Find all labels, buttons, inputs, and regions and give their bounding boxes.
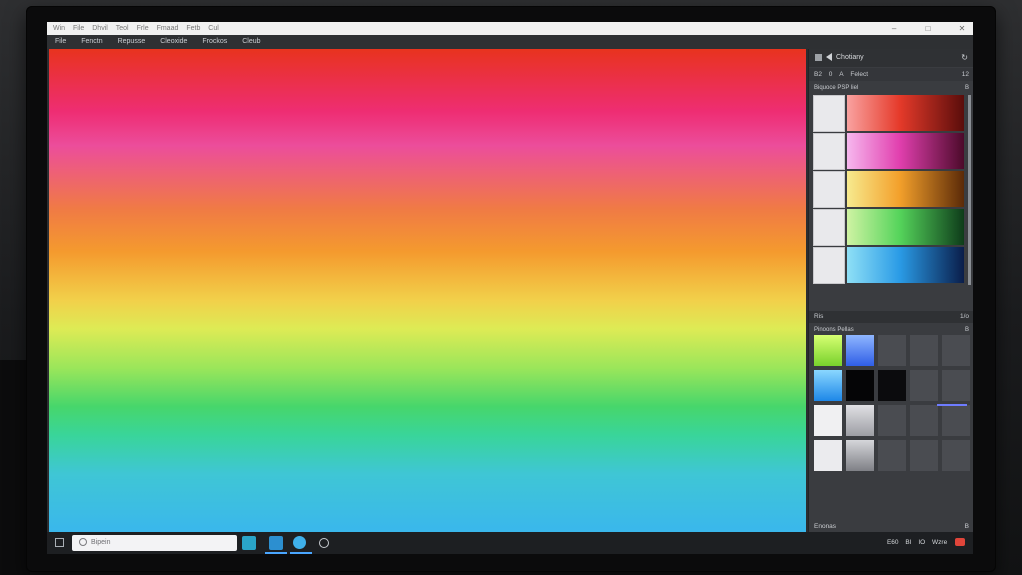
active-app-indicator bbox=[290, 552, 312, 554]
toolbar-item[interactable]: B2 bbox=[814, 68, 822, 81]
gradient-swatch-blue[interactable] bbox=[813, 247, 965, 284]
section-label-text: Pinoons Pellas bbox=[814, 327, 854, 333]
swatch-empty[interactable] bbox=[941, 369, 971, 402]
menu-item[interactable]: Cleub bbox=[242, 35, 260, 49]
gradient-magenta[interactable] bbox=[847, 133, 964, 169]
taskbar-search[interactable]: Bipein bbox=[72, 535, 237, 551]
gradient-section-label: Biquoce PSP liel B bbox=[809, 83, 973, 93]
tray-item[interactable]: E60 bbox=[887, 532, 899, 554]
back-icon[interactable] bbox=[826, 53, 832, 62]
gradient-green[interactable] bbox=[847, 209, 964, 245]
system-tray: E60 BI IO Wzre bbox=[882, 532, 965, 554]
title-item: Frle bbox=[136, 25, 149, 32]
color-panel: Chotiany ↻ B2 0 A Felect 12 Biquoce PSP … bbox=[808, 49, 973, 532]
search-icon bbox=[79, 538, 87, 547]
minimize-button[interactable]: – bbox=[889, 22, 899, 35]
refresh-icon[interactable]: ↻ bbox=[961, 49, 968, 67]
panel-toolbar: B2 0 A Felect 12 bbox=[809, 68, 973, 81]
title-item: Win bbox=[53, 25, 66, 32]
tray-item[interactable]: Wzre bbox=[932, 532, 947, 554]
title-item: Cul bbox=[208, 25, 219, 32]
panel-divider-bar: Ris 1/o bbox=[809, 311, 973, 323]
gradient-swatch-green[interactable] bbox=[813, 209, 965, 246]
menu-item[interactable]: Fenctn bbox=[81, 35, 102, 49]
menu-item-file[interactable]: File bbox=[55, 35, 66, 49]
swatch-empty[interactable] bbox=[877, 334, 907, 367]
gradient-swatch-red[interactable] bbox=[813, 95, 965, 132]
swatch-lime[interactable] bbox=[813, 334, 843, 367]
window-title-bar: Win File Dhvil Teol Frle Fmaad Fetb Cul … bbox=[47, 22, 973, 35]
swatch-white[interactable] bbox=[813, 404, 843, 437]
swatch-empty[interactable] bbox=[941, 334, 971, 367]
start-icon[interactable] bbox=[55, 538, 64, 547]
swatch-empty[interactable] bbox=[877, 439, 907, 472]
swatch-empty[interactable] bbox=[909, 439, 939, 472]
panel-footer: Enonas B bbox=[809, 521, 973, 532]
divider-value: 1/o bbox=[959, 313, 969, 320]
swatch-empty[interactable] bbox=[909, 334, 939, 367]
swatch-silver[interactable] bbox=[845, 404, 875, 437]
swatch-sky[interactable] bbox=[813, 369, 843, 402]
panel-header: Chotiany ↻ bbox=[809, 49, 973, 67]
active-app-indicator bbox=[265, 552, 287, 554]
maximize-button[interactable]: □ bbox=[923, 22, 933, 35]
search-placeholder: Bipein bbox=[91, 539, 111, 546]
app-icon[interactable] bbox=[269, 536, 283, 550]
screen: Win File Dhvil Teol Frle Fmaad Fetb Cul … bbox=[47, 22, 973, 554]
rainbow-canvas[interactable] bbox=[49, 49, 806, 532]
toolbar-item[interactable]: A bbox=[839, 68, 843, 81]
gradient-red[interactable] bbox=[847, 95, 964, 131]
toolbar-item[interactable]: 0 bbox=[829, 68, 833, 81]
swatch-blue[interactable] bbox=[845, 334, 875, 367]
tray-item[interactable]: BI bbox=[905, 532, 911, 554]
panel-title: Chotiany bbox=[836, 54, 864, 61]
section-label-badge: B bbox=[964, 85, 969, 91]
swatch-preview[interactable] bbox=[813, 133, 845, 170]
title-item: File bbox=[73, 25, 85, 32]
swatch-preview[interactable] bbox=[813, 171, 845, 208]
footer-label: Enonas bbox=[814, 523, 837, 530]
swatch-empty[interactable] bbox=[877, 404, 907, 437]
swatch-grid bbox=[813, 334, 971, 482]
browser-icon[interactable] bbox=[293, 536, 306, 549]
swatch-white[interactable] bbox=[813, 439, 843, 472]
swatch-black[interactable] bbox=[845, 369, 875, 402]
taskbar: Bipein E60 BI IO Wzre bbox=[47, 532, 973, 554]
title-item: Teol bbox=[115, 25, 129, 32]
selection-indicator bbox=[937, 404, 967, 406]
gradient-blue[interactable] bbox=[847, 247, 964, 283]
toolbar-item[interactable]: 12 bbox=[962, 68, 969, 81]
section-label-text: Biquoce PSP liel bbox=[814, 85, 859, 91]
window-controls: – □ ✕ bbox=[867, 22, 967, 35]
close-button[interactable]: ✕ bbox=[957, 22, 967, 35]
swatch-black[interactable] bbox=[877, 369, 907, 402]
swatch-preview[interactable] bbox=[813, 209, 845, 246]
gradient-orange[interactable] bbox=[847, 171, 964, 207]
divider-label: Ris bbox=[814, 313, 824, 320]
menu-bar: File Fenctn Repusse Cleoxide Frockos Cle… bbox=[47, 35, 973, 49]
swatch-preview[interactable] bbox=[813, 247, 845, 284]
swatch-empty[interactable] bbox=[909, 369, 939, 402]
menu-item[interactable]: Frockos bbox=[202, 35, 227, 49]
swatch-empty[interactable] bbox=[941, 439, 971, 472]
toolbar-item[interactable]: Felect bbox=[850, 68, 868, 81]
app-icon[interactable] bbox=[242, 536, 256, 550]
menu-item[interactable]: Repusse bbox=[118, 35, 146, 49]
gradient-scrollbar[interactable] bbox=[968, 95, 971, 285]
title-item: Fetb bbox=[186, 25, 201, 32]
tray-item[interactable]: IO bbox=[918, 532, 925, 554]
gradient-swatch-magenta[interactable] bbox=[813, 133, 965, 170]
swatch-gray[interactable] bbox=[845, 439, 875, 472]
footer-badge: B bbox=[964, 523, 969, 530]
swatch-empty[interactable] bbox=[909, 404, 939, 437]
swatch-empty[interactable] bbox=[941, 404, 971, 437]
gradient-swatch-orange[interactable] bbox=[813, 171, 965, 208]
title-item: Fmaad bbox=[156, 25, 179, 32]
menu-item[interactable]: Cleoxide bbox=[160, 35, 187, 49]
settings-icon[interactable] bbox=[319, 538, 329, 548]
notification-badge[interactable] bbox=[955, 538, 965, 547]
title-item: Dhvil bbox=[92, 25, 108, 32]
swatch-preview[interactable] bbox=[813, 95, 845, 132]
panel-menu-icon[interactable] bbox=[815, 53, 822, 61]
